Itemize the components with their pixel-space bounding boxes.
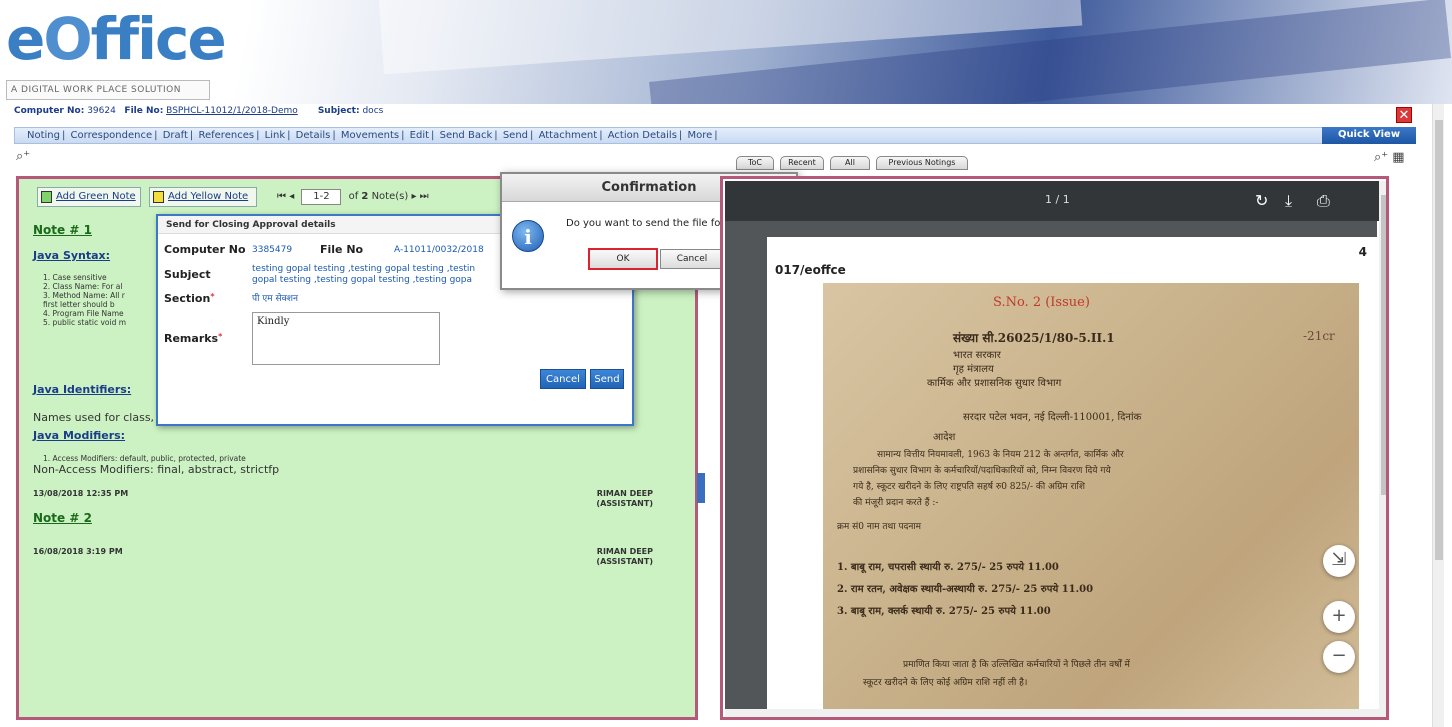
note-title: Note # 1 [33,223,92,237]
non-access-modifiers: Non-Access Modifiers: final, abstract, s… [33,463,280,476]
scanned-document-image: S.No. 2 (Issue) संख्या सी.26025/1/80-5.I… [823,283,1359,717]
menu-more[interactable]: More [687,130,712,141]
note-signature: RIMAN DEEP (ASSISTANT) [596,489,653,508]
remarks-label: Remarks* [164,332,223,345]
file-no-value: A-11011/0032/2018 [394,245,484,255]
identifiers-text: Names used for class, r [33,411,163,424]
page-range-input[interactable]: 1-2 [301,189,342,205]
pdf-canvas: 4 017/eoffce S.No. 2 (Issue) संख्या सी.2… [725,221,1379,717]
subject-label: Subject [164,268,211,281]
zoom-layout-icon[interactable]: ⌕⁺ ▦ [1374,150,1405,165]
document-viewer-panel: 1 / 1 ↻ ⤓ ⎙ 4 017/eoffce S.No. 2 (Issue)… [720,176,1389,720]
menu-correspondence[interactable]: Correspondence [71,130,153,141]
scroll-thumb[interactable] [1435,120,1443,560]
section-value: पी एम सेक्शन [252,294,298,304]
note-signature: RIMAN DEEP (ASSISTANT) [596,547,653,566]
remarks-textarea[interactable]: Kindly [252,312,440,365]
first-page-icon[interactable]: ⏮ [277,191,286,202]
file-no-label: File No [320,243,364,256]
note-title: Note # 2 [33,511,92,525]
menu-send-back[interactable]: Send Back [440,130,493,141]
java-identifiers-heading: Java Identifiers: [33,383,132,396]
add-yellow-note-button[interactable]: Add Yellow Note [149,187,257,207]
cancel-button[interactable]: Cancel [540,369,586,389]
menu-send[interactable]: Send [503,130,528,141]
tab-toc[interactable]: ToC [736,156,774,170]
note-timestamp: 13/08/2018 12:35 PM [33,489,129,498]
download-icon[interactable]: ⤓ [1285,191,1292,211]
send-button[interactable]: Send [590,369,624,389]
eoffice-logo: eOffice [6,5,227,73]
pdf-page-indicator: 1 / 1 [1045,193,1070,206]
cancel-button[interactable]: Cancel [660,249,724,269]
ok-button[interactable]: OK [588,248,658,270]
page-scrollbar[interactable] [1432,104,1444,727]
menu-action-details[interactable]: Action Details [608,130,677,141]
pdf-vertical-scrollbar[interactable] [1379,181,1386,717]
zoom-out-button[interactable]: − [1323,641,1355,673]
tab-previous-notings[interactable]: Previous Notings [876,156,968,170]
panel-collapse-handle[interactable] [697,473,705,503]
add-green-note-button[interactable]: Add Green Note [37,187,141,207]
page-number: 4 [1358,245,1367,259]
menu-link[interactable]: Link [265,130,285,141]
header-banner: eOffice A DIGITAL WORK PLACE SOLUTION [0,0,1452,104]
pdf-page: 4 017/eoffce S.No. 2 (Issue) संख्या सी.2… [767,237,1379,717]
logo-tagline: A DIGITAL WORK PLACE SOLUTION [6,80,210,100]
note-timestamp: 16/08/2018 3:19 PM [33,547,123,556]
menu-edit[interactable]: Edit [410,130,429,141]
prev-page-icon[interactable]: ◂ [289,191,294,202]
rotate-icon[interactable]: ↻ [1255,191,1268,210]
scroll-thumb[interactable] [1381,195,1386,495]
page-reference: 017/eoffce [775,263,846,277]
computer-no-label: Computer No [164,243,246,256]
syntax-list: 1. Case sensitive 2. Class Name: For al … [43,273,127,327]
computer-no-value: 3385479 [252,245,293,255]
menu-draft[interactable]: Draft [163,130,188,141]
print-icon[interactable]: ⎙ [1317,191,1330,211]
file-menu-bar: Noting | Correspondence | Draft | Reference… [14,127,1416,144]
section-label: Section* [164,292,215,305]
info-icon: i [512,220,544,252]
fit-page-icon[interactable]: ⇲ [1323,545,1355,577]
zoom-in-icon[interactable]: ⌕⁺ [16,149,30,164]
green-note-icon [41,191,52,203]
java-modifiers-heading: Java Modifiers: [33,429,126,442]
quick-view-button[interactable]: Quick View [1322,127,1416,144]
file-info-bar: Computer No: 39624 File No: BSPHCL-11012… [14,106,384,116]
menu-attachment[interactable]: Attachment [539,130,598,141]
tab-all[interactable]: All [830,156,870,170]
file-no-link[interactable]: BSPHCL-11012/1/2018-Demo [166,106,298,116]
last-page-icon[interactable]: ⏭ [420,191,429,202]
tab-recent[interactable]: Recent [780,156,824,170]
menu-movements[interactable]: Movements [341,130,399,141]
next-page-icon[interactable]: ▸ [411,191,416,202]
pdf-horizontal-scrollbar[interactable] [725,709,1379,717]
java-syntax-heading: Java Syntax: [33,249,111,262]
close-icon[interactable]: ✕ [1396,107,1412,123]
modifiers-line: 1. Access Modifiers: default, public, pr… [43,454,246,463]
menu-noting[interactable]: Noting [27,130,60,141]
yellow-note-icon [153,191,164,203]
menu-references[interactable]: References [198,130,254,141]
zoom-in-button[interactable]: + [1323,601,1355,633]
note-pager: ⏮ ◂ 1-2 of 2 Note(s) ▸ ⏭ [277,189,429,205]
pdf-toolbar: 1 / 1 ↻ ⤓ ⎙ [725,181,1385,221]
menu-details[interactable]: Details [296,130,331,141]
